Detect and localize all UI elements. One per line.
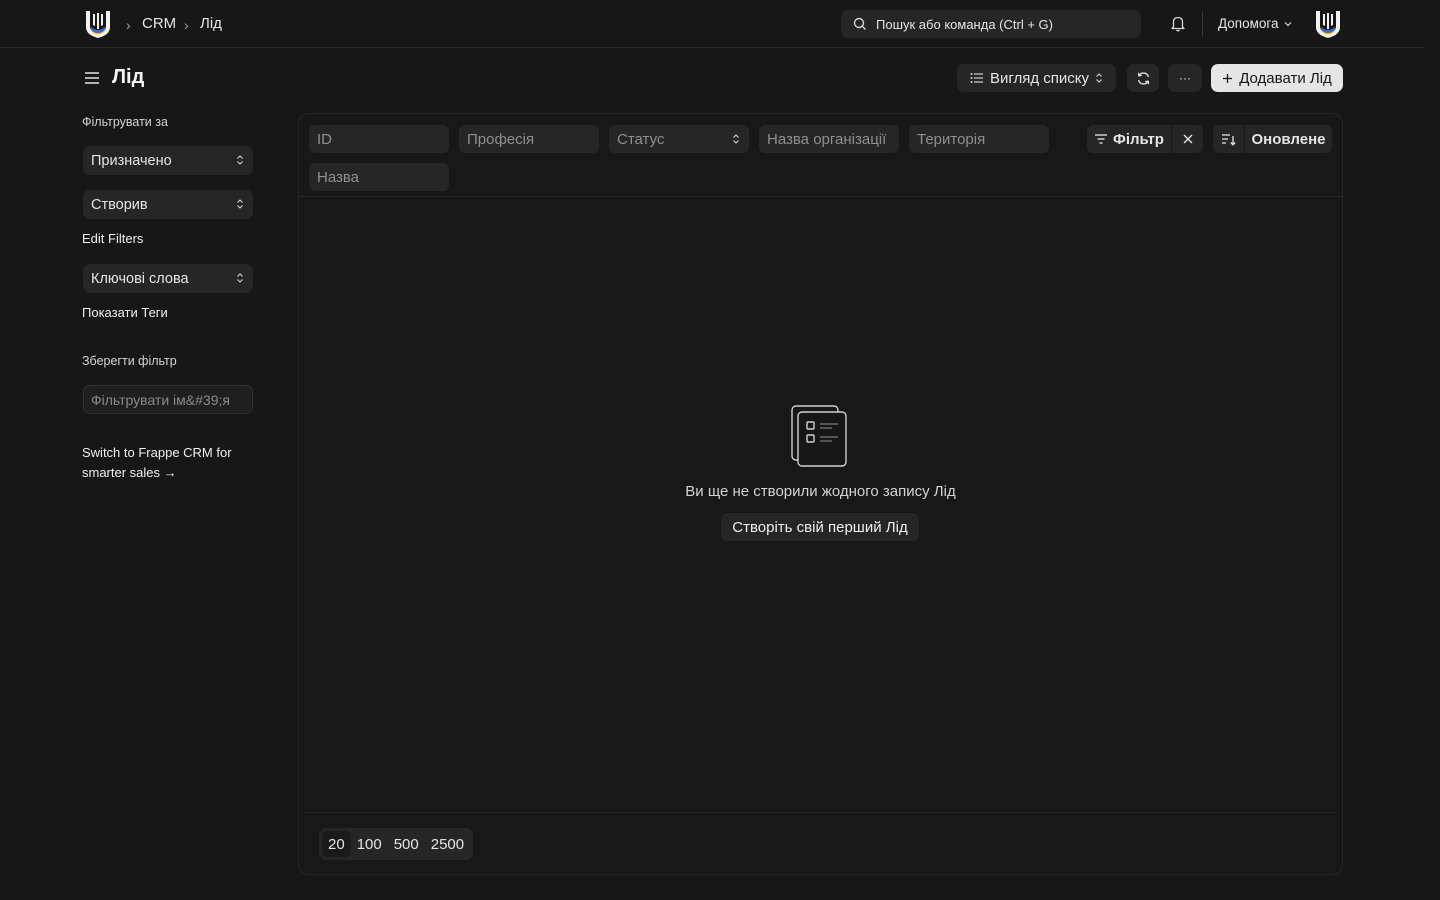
empty-list-icon (790, 404, 850, 468)
page-size-2500[interactable]: 2500 (425, 831, 470, 857)
reload-button[interactable] (1127, 64, 1159, 92)
footer-divider (305, 812, 1336, 813)
page-size-20[interactable]: 20 (322, 831, 351, 857)
filter-name-input[interactable]: Фільтрувати ім&#39;я (83, 385, 253, 414)
filter-divider (299, 196, 1342, 197)
edit-filters-link[interactable]: Edit Filters (82, 231, 143, 246)
search-placeholder: Пошук або команда (Ctrl + G) (876, 16, 1053, 32)
sort-field-button[interactable]: Оновлене (1245, 125, 1332, 153)
app-logo-icon[interactable] (84, 9, 112, 39)
filter-id-field[interactable]: ID (309, 125, 449, 153)
assigned-to-label: Призначено (91, 152, 172, 169)
save-filter-label: Зберегти фільтр (82, 354, 177, 368)
page-size-selector: 20 100 500 2500 (319, 828, 474, 860)
more-actions-button[interactable]: ··· (1168, 64, 1202, 92)
show-tags-link[interactable]: Показати Теги (82, 305, 168, 320)
filter-territory-field[interactable]: Територія (909, 125, 1049, 153)
breadcrumb-chevron-icon: › (184, 17, 189, 33)
assigned-to-select[interactable]: Призначено (83, 146, 253, 175)
filter-status-label: Статус (617, 130, 665, 148)
list-panel: ID Професія Статус Назва організації Тер… (298, 113, 1343, 875)
empty-state-message: Ви ще не створили жодного запису Лід (685, 483, 956, 500)
refresh-icon (1136, 71, 1151, 86)
list-view-label: Вигляд списку (989, 69, 1090, 87)
list-icon (970, 72, 984, 84)
filter-name-field[interactable]: Назва (309, 163, 449, 191)
sort-icon (1221, 133, 1236, 146)
clear-filters-button[interactable] (1172, 125, 1203, 153)
close-icon (1183, 134, 1193, 144)
add-lead-label: Додавати Лід (1239, 69, 1332, 87)
updown-chevron-icon (1095, 72, 1103, 84)
page-size-500[interactable]: 500 (388, 831, 425, 857)
page-size-100[interactable]: 100 (351, 831, 388, 857)
filter-profession-field[interactable]: Професія (459, 125, 599, 153)
updown-chevron-icon (236, 198, 244, 210)
top-navbar: › CRM › Лід Пошук або команда (Ctrl + G)… (0, 0, 1424, 48)
user-avatar-logo-icon[interactable] (1314, 9, 1342, 39)
filter-button-label: Фільтр (1113, 130, 1164, 148)
filter-button[interactable]: Фільтр (1087, 125, 1171, 153)
breadcrumb-crm[interactable]: CRM (142, 15, 176, 32)
sidebar-filter-by-label: Фільтрувати за (82, 115, 168, 129)
more-dots-icon: ··· (1179, 71, 1191, 85)
search-icon (853, 17, 867, 31)
updown-chevron-icon (236, 272, 244, 284)
filter-funnel-icon (1094, 133, 1108, 145)
updown-chevron-icon (236, 154, 244, 166)
hamburger-menu-icon[interactable] (84, 70, 100, 86)
breadcrumb-lead[interactable]: Лід (200, 15, 222, 32)
global-search-bar[interactable]: Пошук або команда (Ctrl + G) (841, 10, 1141, 38)
help-dropdown[interactable]: Допомога (1218, 16, 1293, 31)
keywords-label: Ключові слова (91, 270, 189, 287)
breadcrumb-chevron-icon: › (126, 17, 131, 33)
navbar-divider (1202, 12, 1203, 36)
help-label: Допомога (1218, 16, 1279, 31)
created-by-select[interactable]: Створив (83, 190, 253, 219)
frappe-crm-promo-link[interactable]: Switch to Frappe CRM for smarter sales → (82, 443, 257, 483)
create-first-lead-button[interactable]: Створіть свій перший Лід (721, 513, 919, 541)
chevron-down-icon (1283, 19, 1293, 29)
list-view-switcher[interactable]: Вигляд списку (957, 64, 1116, 92)
sort-field-label: Оновлене (1251, 130, 1326, 148)
filter-status-select[interactable]: Статус (609, 125, 749, 153)
filter-organization-field[interactable]: Назва організації (759, 125, 899, 153)
plus-icon (1222, 73, 1233, 84)
sort-direction-button[interactable] (1213, 125, 1244, 153)
created-by-label: Створив (91, 196, 148, 213)
page-title: Лід (112, 66, 145, 88)
add-lead-button[interactable]: Додавати Лід (1211, 64, 1343, 92)
updown-chevron-icon (732, 133, 740, 145)
notification-bell-icon[interactable] (1170, 15, 1186, 32)
keywords-select[interactable]: Ключові слова (83, 264, 253, 293)
